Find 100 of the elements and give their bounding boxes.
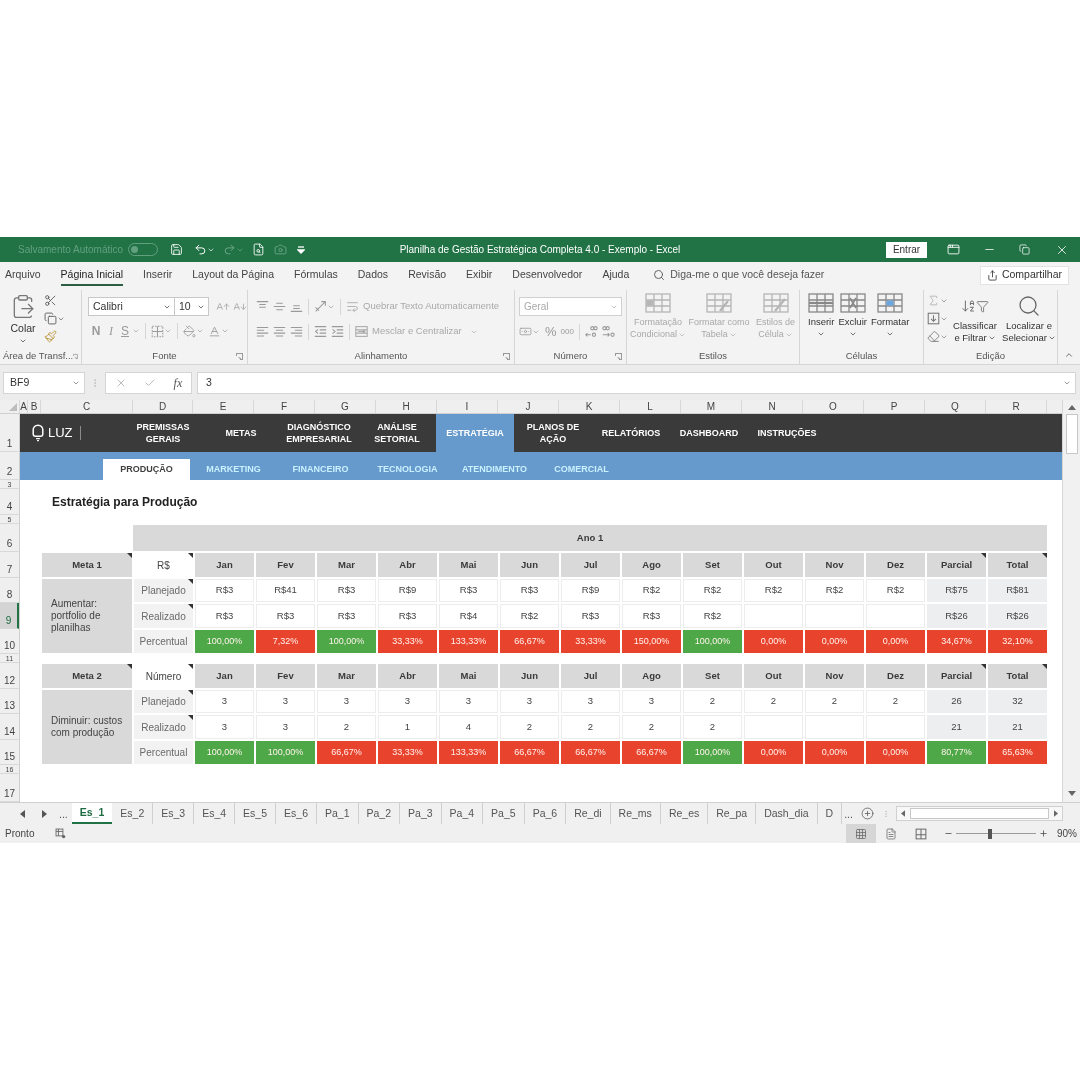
banknote-icon[interactable] [519,325,532,338]
diagonal-arrow-icon[interactable] [314,300,327,313]
column-header[interactable]: L [620,400,681,413]
paintbrush-icon[interactable] [44,330,57,343]
column-header[interactable]: C [41,400,133,413]
vertical-scrollbar[interactable] [1062,400,1080,802]
grid-dot-icon[interactable] [55,828,67,839]
column-header[interactable]: O [803,400,864,413]
column-header[interactable]: F [254,400,315,413]
circles-arrow-right-icon[interactable] [601,325,615,338]
paint-bucket-icon[interactable] [183,324,196,338]
nav-tab[interactable]: PREMISSAS GERAIS [124,414,202,452]
column-header[interactable]: M [681,400,742,413]
circles-arrow-left-icon[interactable] [584,325,598,338]
menu-tab[interactable]: Página Inicial [50,262,134,288]
corner-arrow-icon[interactable] [73,352,78,360]
cells-button[interactable]: Excluir [838,293,867,348]
caret-icon[interactable] [817,330,826,338]
nav-tab[interactable]: DIAGNÓSTICO EMPRESARIAL [280,414,358,452]
horizontal-scrollbar[interactable] [895,806,1063,821]
restore-icon[interactable] [1019,244,1030,255]
nav-tab[interactable]: INSTRUÇÕES [748,414,826,452]
menu-tab[interactable]: Layout da Página [182,262,284,288]
view-button[interactable] [846,824,876,843]
menu-tab[interactable]: Inserir [133,262,183,288]
row-header[interactable]: 15 [0,740,19,765]
menu-tab[interactable]: Ajuda [592,262,640,288]
column-header[interactable]: K [559,400,620,413]
caret-icon[interactable] [164,327,172,335]
column-header[interactable]: D [133,400,193,413]
menu-tab[interactable]: Fórmulas [284,262,348,288]
caret-icon[interactable] [848,330,857,338]
slider-thumb[interactable] [987,828,992,839]
editing-button[interactable]: Classificar e Filtrar [951,293,999,348]
chevron-up-icon[interactable] [1064,350,1074,360]
column-header[interactable]: P [864,400,925,413]
corner-triangle-icon[interactable] [9,403,17,411]
paste-button[interactable]: Colar [10,293,36,348]
menu-tab[interactable]: Exibir [456,262,503,288]
column-header[interactable]: R [986,400,1047,413]
formula-input[interactable]: 3 [197,371,1076,394]
more-sheets-button[interactable]: ... [59,807,68,820]
tell-me-field[interactable]: Diga-me o que você deseja fazer [653,267,825,283]
editing-button[interactable]: Localizar e Selecionar [1002,293,1056,348]
corner-arrow-icon[interactable] [615,352,622,360]
column-header[interactable]: E [193,400,254,413]
column-header[interactable]: I [437,400,498,413]
row-header[interactable]: 9 [0,603,19,629]
sign-in-button[interactable]: Entrar [886,241,927,258]
sheet-tab[interactable]: Es_1 [71,803,113,824]
letter-a-icon[interactable] [208,324,221,338]
down-triangle-icon[interactable] [1067,791,1076,796]
nav-tab[interactable]: RELATÓRIOS [592,414,670,452]
align-right-icon[interactable] [290,325,303,338]
caret-icon[interactable] [886,330,895,338]
column-header[interactable]: A [20,400,28,413]
nav-tab[interactable]: ANÁLISE SETORIAL [358,414,436,452]
indent-right-icon[interactable] [331,325,344,338]
menu-tab[interactable]: Dados [347,262,399,288]
left-triangle-icon[interactable] [900,810,905,817]
scissors-icon[interactable] [44,294,57,307]
up-triangle-icon[interactable] [1067,405,1076,410]
column-header[interactable]: H [376,400,437,413]
indent-left-icon[interactable] [314,325,327,338]
eraser-icon[interactable] [927,330,940,343]
cells-button[interactable]: Inserir [808,293,835,348]
share-button[interactable]: Compartilhar [979,265,1069,285]
scrollbar-thumb[interactable] [1065,414,1078,454]
row-header[interactable]: 4 [0,489,19,515]
border-grid-icon[interactable] [151,324,164,338]
column-header[interactable]: G [315,400,376,413]
corner-arrow-icon[interactable] [503,352,510,360]
row-header[interactable]: 12 [0,663,19,689]
align-left-icon[interactable] [256,325,269,338]
more-sheets-button[interactable]: ... [844,807,853,820]
arrow-down-box-icon[interactable] [927,312,940,325]
caret-icon[interactable] [132,327,140,335]
insert-function-button[interactable]: fx [173,375,183,390]
bar-caret-icon[interactable] [297,245,306,254]
cells-button[interactable]: Formatar [870,293,910,348]
sigma-icon[interactable] [927,294,940,307]
scrollbar-thumb[interactable] [909,808,1049,819]
column-header[interactable]: J [498,400,559,413]
lines-middle-icon[interactable] [273,300,286,313]
menu-tab[interactable]: Revisão [398,262,457,288]
menu-tab[interactable]: Arquivo [0,262,51,288]
zoom-in-icon[interactable] [1039,829,1048,838]
row-header[interactable]: 14 [0,714,19,740]
column-header[interactable]: N [742,400,803,413]
row-header[interactable]: 13 [0,689,19,714]
subnav-tab[interactable]: PRODUÇÃO [103,459,190,480]
row-header[interactable]: 7 [0,552,19,578]
align-center-icon[interactable] [273,325,286,338]
nav-tab[interactable]: PLANOS DE AÇÃO [514,414,592,452]
plus-circle-icon[interactable] [860,807,874,820]
window-icon[interactable] [947,243,960,256]
redo-icon[interactable] [223,243,237,256]
caret-icon[interactable] [196,327,204,335]
font-name-field[interactable]: Calibri [88,297,175,316]
nav-tab[interactable]: DASHBOARD [670,414,748,452]
